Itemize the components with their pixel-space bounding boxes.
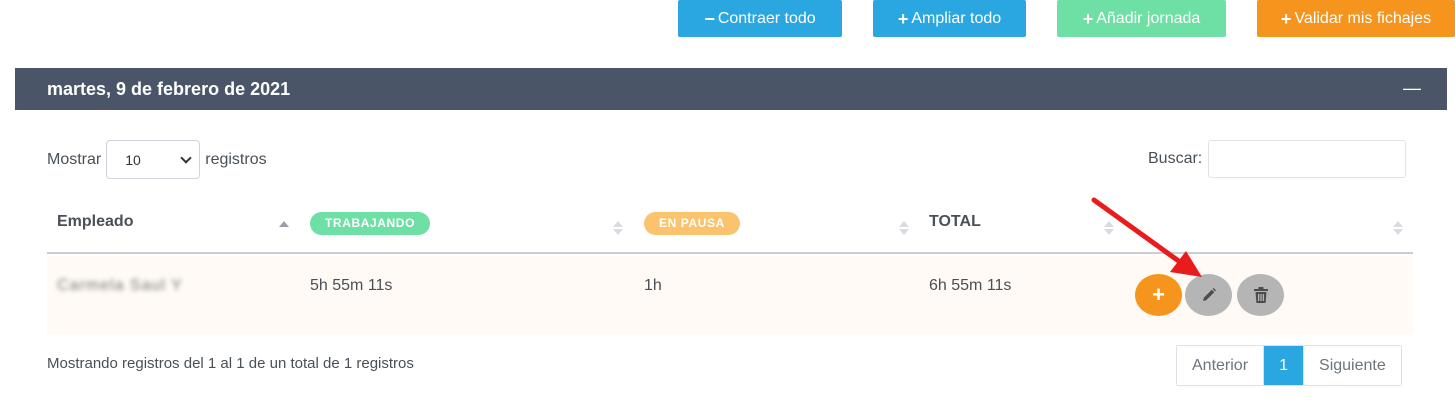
table-header: Empleado TRABAJANDO EN PAUSA TOTAL [47, 200, 1413, 254]
plus-icon: + [1082, 8, 1094, 29]
expand-all-button[interactable]: + Ampliar todo [873, 0, 1026, 37]
pagination: Anterior 1 Siguiente [1176, 345, 1402, 386]
table-row: Carmela Saul Y 5h 55m 11s 1h 6h 55m 11s … [47, 256, 1413, 335]
working-time: 5h 55m 11s [310, 277, 393, 294]
add-day-button[interactable]: + Añadir jornada [1057, 0, 1226, 37]
column-working[interactable]: TRABAJANDO [310, 212, 430, 235]
validate-button[interactable]: + Validar mis fichajes [1257, 0, 1455, 37]
show-label: Mostrar [47, 150, 102, 168]
paused-badge: EN PAUSA [644, 212, 740, 235]
pencil-icon [1202, 288, 1216, 301]
page-length-control: Mostrar 10 registros [47, 140, 267, 179]
edit-button[interactable] [1185, 274, 1232, 316]
add-day-label: Añadir jornada [1096, 9, 1201, 27]
working-badge: TRABAJANDO [310, 212, 430, 235]
prev-page-button[interactable]: Anterior [1177, 346, 1264, 385]
column-total[interactable]: TOTAL [929, 213, 981, 231]
minus-icon: − [704, 8, 715, 29]
delete-button[interactable] [1237, 274, 1284, 316]
paused-time: 1h [644, 277, 662, 294]
total-time: 6h 55m 11s [929, 277, 1012, 294]
add-entry-button[interactable]: + [1135, 274, 1182, 316]
day-card-header: martes, 9 de febrero de 2021 — [15, 68, 1447, 110]
search-label: Buscar: [1148, 150, 1203, 167]
plus-icon: + [1152, 282, 1165, 307]
plus-icon: + [1280, 8, 1292, 29]
page-size-select[interactable]: 10 [106, 140, 201, 179]
collapse-all-label: Contraer todo [717, 9, 816, 27]
chevron-down-icon [180, 151, 192, 164]
sort-icon[interactable] [899, 220, 909, 236]
sort-icon[interactable] [1104, 220, 1114, 236]
search-control: Buscar: [1148, 140, 1407, 178]
next-page-button[interactable]: Siguiente [1303, 346, 1401, 385]
sort-icon[interactable] [613, 220, 623, 236]
column-employee[interactable]: Empleado [57, 213, 133, 231]
validate-label: Validar mis fichajes [1294, 9, 1432, 27]
table-info: Mostrando registros del 1 al 1 de un tot… [47, 355, 414, 372]
sort-icon[interactable] [1393, 220, 1403, 236]
plus-icon: + [897, 8, 909, 29]
minimize-icon[interactable]: — [1403, 79, 1421, 97]
employee-name: Carmela Saul Y [57, 277, 183, 294]
page-size-value: 10 [125, 151, 141, 168]
page-1-button[interactable]: 1 [1263, 346, 1304, 385]
records-label: registros [205, 150, 267, 168]
day-date: martes, 9 de febrero de 2021 [47, 78, 291, 99]
collapse-all-button[interactable]: − Contraer todo [678, 0, 842, 37]
column-paused[interactable]: EN PAUSA [644, 212, 740, 235]
sort-asc-icon[interactable] [279, 220, 289, 236]
search-input[interactable] [1208, 140, 1407, 178]
expand-all-label: Ampliar todo [911, 9, 1002, 27]
trash-icon [1253, 287, 1268, 303]
toolbar: − Contraer todo + Ampliar todo + Añadir … [0, 0, 1455, 40]
